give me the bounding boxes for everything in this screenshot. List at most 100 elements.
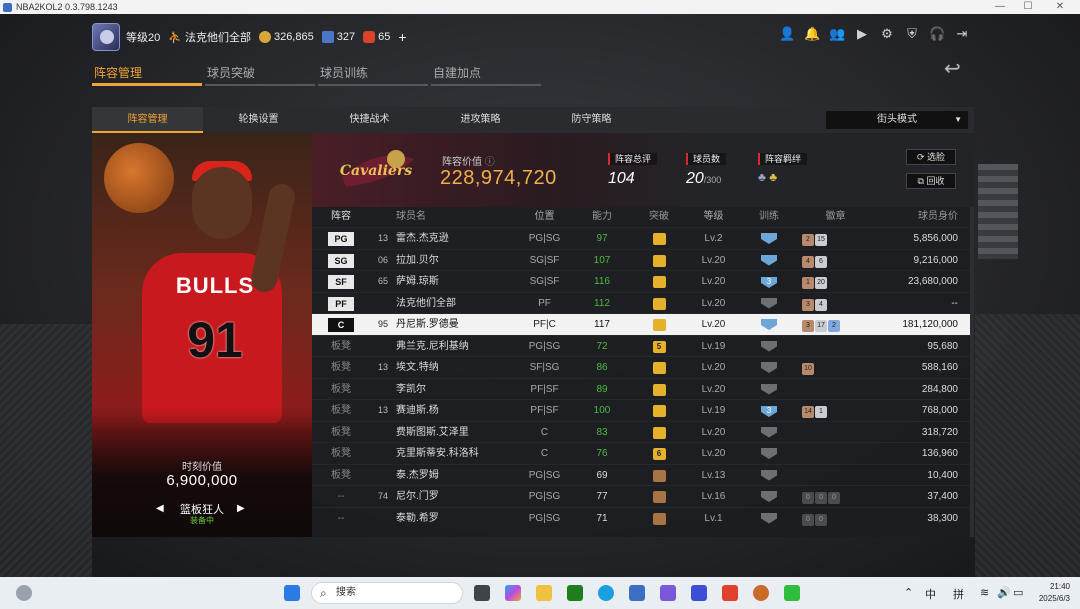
table-row[interactable]: 板凳 克里斯蒂安.科洛科 C 76 6 Lv.20 136,960 <box>312 442 970 464</box>
lineup-slot[interactable]: 板凳 <box>312 422 370 443</box>
table-row[interactable]: 板凳 13 埃文.特纳 SF|SG 86 Lv.20 10 588,160 <box>312 356 970 378</box>
subtab-rotation[interactable]: 轮换设置 <box>203 107 314 133</box>
windows-start-icon[interactable] <box>284 585 300 601</box>
breakthrough-icon[interactable] <box>631 422 687 443</box>
badge-group[interactable]: 000 <box>798 486 873 507</box>
table-row[interactable]: PG 13 雷杰.杰克逊 PG|SG 97 Lv.2 2 15 5,856,000 <box>312 227 970 249</box>
system-clock[interactable]: 21:40 2025/6/3 <box>1039 581 1070 605</box>
training-icon[interactable] <box>740 443 798 464</box>
training-icon[interactable]: 3 <box>740 400 798 421</box>
training-icon[interactable] <box>740 314 798 335</box>
breakthrough-icon[interactable] <box>631 465 687 486</box>
player-card[interactable]: BULLS 91 时刻价值 6,900,000 ◀ ▶ 篮板狂人 装备中 <box>92 133 312 537</box>
training-icon[interactable] <box>740 357 798 378</box>
lineup-slot[interactable]: PG <box>312 228 370 249</box>
lineup-slot[interactable]: 板凳 <box>312 400 370 421</box>
wps-icon[interactable] <box>722 585 738 601</box>
tray-chevron-icon[interactable]: ⌃ <box>904 586 913 599</box>
battery-icon[interactable]: ▭ <box>1013 586 1023 599</box>
bell-icon[interactable]: 🔔 <box>804 26 820 42</box>
col-player-name[interactable]: 球员名 <box>396 207 516 227</box>
lineup-slot[interactable]: SF <box>312 271 370 292</box>
wifi-icon[interactable]: ≋ <box>980 586 989 599</box>
badge-group[interactable]: 34 <box>798 293 873 314</box>
col-lineup[interactable]: 阵容 <box>312 207 370 227</box>
xbox-icon[interactable] <box>567 585 583 601</box>
task-view-icon[interactable] <box>474 585 490 601</box>
training-icon[interactable] <box>740 508 798 529</box>
breakthrough-icon[interactable] <box>631 293 687 314</box>
breakthrough-icon[interactable]: 6 <box>631 443 687 464</box>
training-icon[interactable]: 3 <box>740 271 798 292</box>
col-value[interactable]: 球员身价 <box>873 207 970 227</box>
volume-icon[interactable]: 🔊 <box>997 586 1011 599</box>
badge-group[interactable]: 00 <box>798 508 873 529</box>
wechat-icon[interactable] <box>784 585 800 601</box>
tab-training[interactable]: 球员训练 <box>318 64 428 86</box>
mode-dropdown[interactable]: 街头模式 ▼ <box>826 111 968 129</box>
copilot-icon[interactable] <box>505 585 521 601</box>
training-icon[interactable] <box>740 486 798 507</box>
table-row[interactable]: -- 泰勒.希罗 PG|SG 71 Lv.1 0 0 38,300 <box>312 506 970 529</box>
avatar[interactable] <box>92 23 120 51</box>
lineup-slot[interactable]: -- <box>312 486 370 507</box>
badge-group[interactable] <box>798 443 873 464</box>
training-icon[interactable] <box>740 379 798 400</box>
badge-group[interactable] <box>798 379 873 400</box>
training-icon[interactable] <box>740 250 798 271</box>
col-training[interactable]: 训练 <box>740 207 798 227</box>
training-icon[interactable] <box>740 293 798 314</box>
col-breakthrough[interactable]: 突破 <box>631 207 687 227</box>
subtab-roster[interactable]: 阵容管理 <box>92 107 203 133</box>
col-position[interactable]: 位置 <box>516 207 573 227</box>
breakthrough-icon[interactable] <box>631 400 687 421</box>
breakthrough-icon[interactable] <box>631 250 687 271</box>
badge-group[interactable]: 3 17 2 <box>798 314 873 335</box>
badge-group[interactable]: 2 15 <box>798 228 873 249</box>
select-face-button[interactable]: ⟳ 选脸 <box>906 149 956 165</box>
table-row[interactable]: PF 法克他们全部 PF 112 Lv.20 3 4 -- <box>312 291 970 314</box>
breakthrough-icon[interactable] <box>631 271 687 292</box>
file-explorer-icon[interactable] <box>536 585 552 601</box>
ime-chinese[interactable]: 中 <box>925 586 936 602</box>
close-icon[interactable]: ✕ <box>1044 0 1076 14</box>
table-row[interactable]: C 95 丹尼斯.罗德曼 PF|C 117 Lv.20 3 17 2 181,120,000 <box>312 313 970 335</box>
col-badges[interactable]: 徽章 <box>798 207 873 227</box>
table-row[interactable]: 板凳 费斯图斯.艾泽里 C 83 Lv.20 318,720 <box>312 420 970 443</box>
col-ability[interactable]: 能力 <box>573 207 631 227</box>
table-row[interactable]: 板凳 李凯尔 PF|SF 89 Lv.20 284,800 <box>312 377 970 400</box>
table-row[interactable]: -- 74 尼尔.门罗 PG|SG 77 Lv.16 0 0 0 37,400 <box>312 485 970 507</box>
friends-icon[interactable]: 👥 <box>829 26 845 42</box>
lineup-slot[interactable]: 板凳 <box>312 465 370 486</box>
lineup-slot[interactable]: 板凳 <box>312 336 370 357</box>
table-row[interactable]: SF 65 萨姆.琼斯 SG|SF 116 Lv.20 3 1 20 23,680,000 <box>312 270 970 292</box>
ime-pinyin[interactable]: 拼 <box>953 586 964 602</box>
lineup-slot[interactable]: 板凳 <box>312 443 370 464</box>
table-row[interactable]: 板凳 弗兰克.尼利基纳 PG|SG 72 5 Lv.19 95,680 <box>312 334 970 357</box>
maximize-icon[interactable]: ☐ <box>1012 0 1044 14</box>
subtab-quick-tactics[interactable]: 快捷战术 <box>314 107 425 133</box>
badge-group[interactable]: 1 20 <box>798 271 873 292</box>
lineup-slot[interactable]: SG <box>312 250 370 271</box>
tab-roster[interactable]: 阵容管理 <box>92 64 202 86</box>
col-level[interactable]: 等级 <box>687 207 740 227</box>
tab-custom-points[interactable]: 自建加点 <box>431 64 541 86</box>
lineup-slot[interactable]: -- <box>312 508 370 529</box>
breakthrough-icon[interactable] <box>631 486 687 507</box>
breakthrough-icon[interactable] <box>631 357 687 378</box>
exit-icon[interactable]: ⇥ <box>954 26 970 42</box>
breakthrough-icon[interactable] <box>631 379 687 400</box>
profile-icon[interactable]: 👤 <box>779 26 795 42</box>
recycle-button[interactable]: ⧉ 回收 <box>906 173 956 189</box>
badge-group[interactable]: 14 1 <box>798 400 873 421</box>
back-arrow-icon[interactable]: ↩ <box>944 59 974 80</box>
breakthrough-icon[interactable] <box>631 228 687 249</box>
table-row[interactable]: 板凳 泰.杰罗姆 PG|SG 69 Lv.13 10,400 <box>312 463 970 486</box>
breakthrough-icon[interactable] <box>631 508 687 529</box>
training-icon[interactable] <box>740 465 798 486</box>
video-icon[interactable]: ▶ <box>854 26 870 42</box>
store-icon[interactable] <box>629 585 645 601</box>
training-icon[interactable] <box>740 228 798 249</box>
taskbar-search[interactable]: 搜索 <box>311 582 463 604</box>
tab-breakthrough[interactable]: 球员突破 <box>205 64 315 86</box>
